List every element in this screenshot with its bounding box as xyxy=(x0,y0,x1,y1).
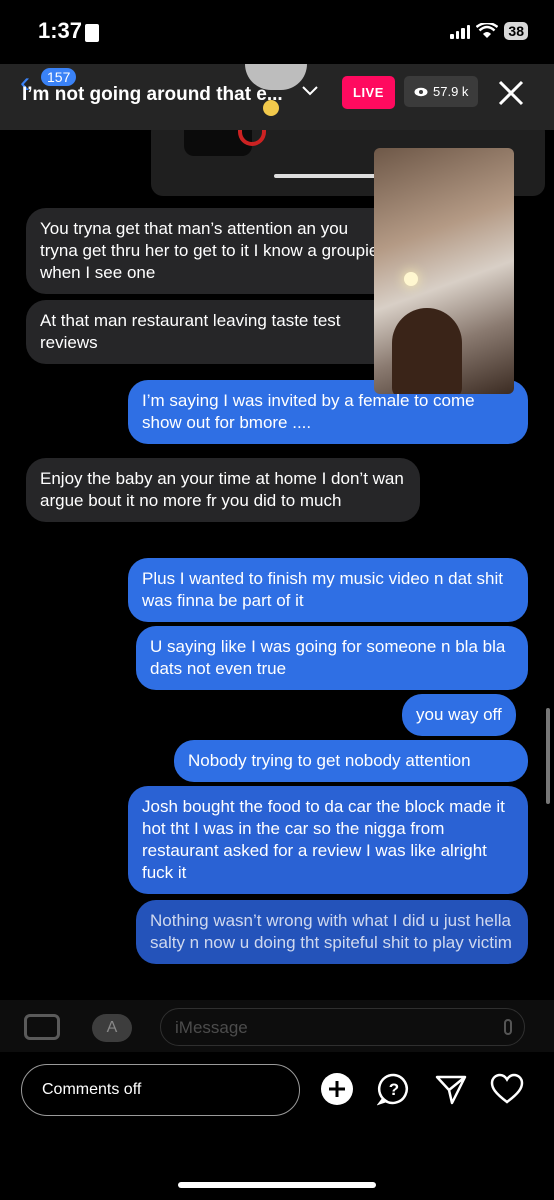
home-line xyxy=(274,174,378,178)
question-icon[interactable]: ? xyxy=(377,1072,411,1106)
live-header: ‹ 157 I’m not going around that e... LIV… xyxy=(0,64,554,130)
message-bubble: Nothing wasn’t wrong with what I did u j… xyxy=(136,900,528,964)
svg-text:?: ? xyxy=(389,1080,399,1099)
message-bubble: At that man restaurant leaving taste tes… xyxy=(26,300,404,364)
imessage-placeholder: iMessage xyxy=(175,1018,248,1037)
guest-camera-feed[interactable] xyxy=(374,148,514,394)
live-badge: LIVE xyxy=(342,76,395,109)
appstore-icon: A xyxy=(92,1014,132,1042)
wifi-icon xyxy=(476,23,499,38)
message-bubble: U saying like I was going for someone n … xyxy=(136,626,528,690)
comments-field[interactable]: Comments off xyxy=(21,1064,300,1116)
comments-label: Comments off xyxy=(42,1081,142,1098)
send-icon[interactable] xyxy=(434,1072,468,1106)
message-bubble: You tryna get that man’s attention an yo… xyxy=(26,208,404,294)
message-bubble: you way off xyxy=(402,694,516,736)
live-footer: Comments off ? xyxy=(0,1052,554,1200)
message-bubble: Enjoy the baby an your time at home I do… xyxy=(26,458,420,522)
eye-icon xyxy=(414,87,428,96)
viewer-count[interactable]: 57.9 k xyxy=(404,76,479,107)
guest-face xyxy=(392,308,462,394)
message-bubble: Nobody trying to get nobody attention xyxy=(174,740,528,782)
scroll-indicator xyxy=(546,708,550,804)
chevron-down-icon[interactable] xyxy=(300,81,320,101)
close-icon[interactable] xyxy=(496,78,526,108)
signal-icon xyxy=(450,23,471,39)
ceiling-light xyxy=(404,272,418,286)
heart-icon[interactable] xyxy=(490,1072,524,1106)
message-bubble: Josh bought the food to da car the block… xyxy=(128,786,528,894)
message-bubble: Plus I wanted to finish my music video n… xyxy=(128,558,528,622)
home-indicator xyxy=(178,1182,376,1188)
camera-icon xyxy=(24,1014,60,1040)
contact-card-icon xyxy=(85,24,99,42)
battery-icon: 38 xyxy=(504,22,528,40)
viewer-count-label: 57.9 k xyxy=(433,84,469,99)
mic-icon xyxy=(504,1019,512,1035)
live-title[interactable]: I’m not going around that e... xyxy=(22,84,292,106)
add-icon[interactable] xyxy=(320,1072,354,1106)
status-bar: 1:37 38 xyxy=(0,0,554,64)
imessage-bar: A iMessage xyxy=(0,1000,554,1052)
status-time: 1:37 xyxy=(38,18,83,43)
imessage-input: iMessage xyxy=(160,1008,525,1046)
status-right: 38 xyxy=(450,22,528,40)
record-button xyxy=(184,130,266,156)
emoji-icon xyxy=(263,100,279,116)
